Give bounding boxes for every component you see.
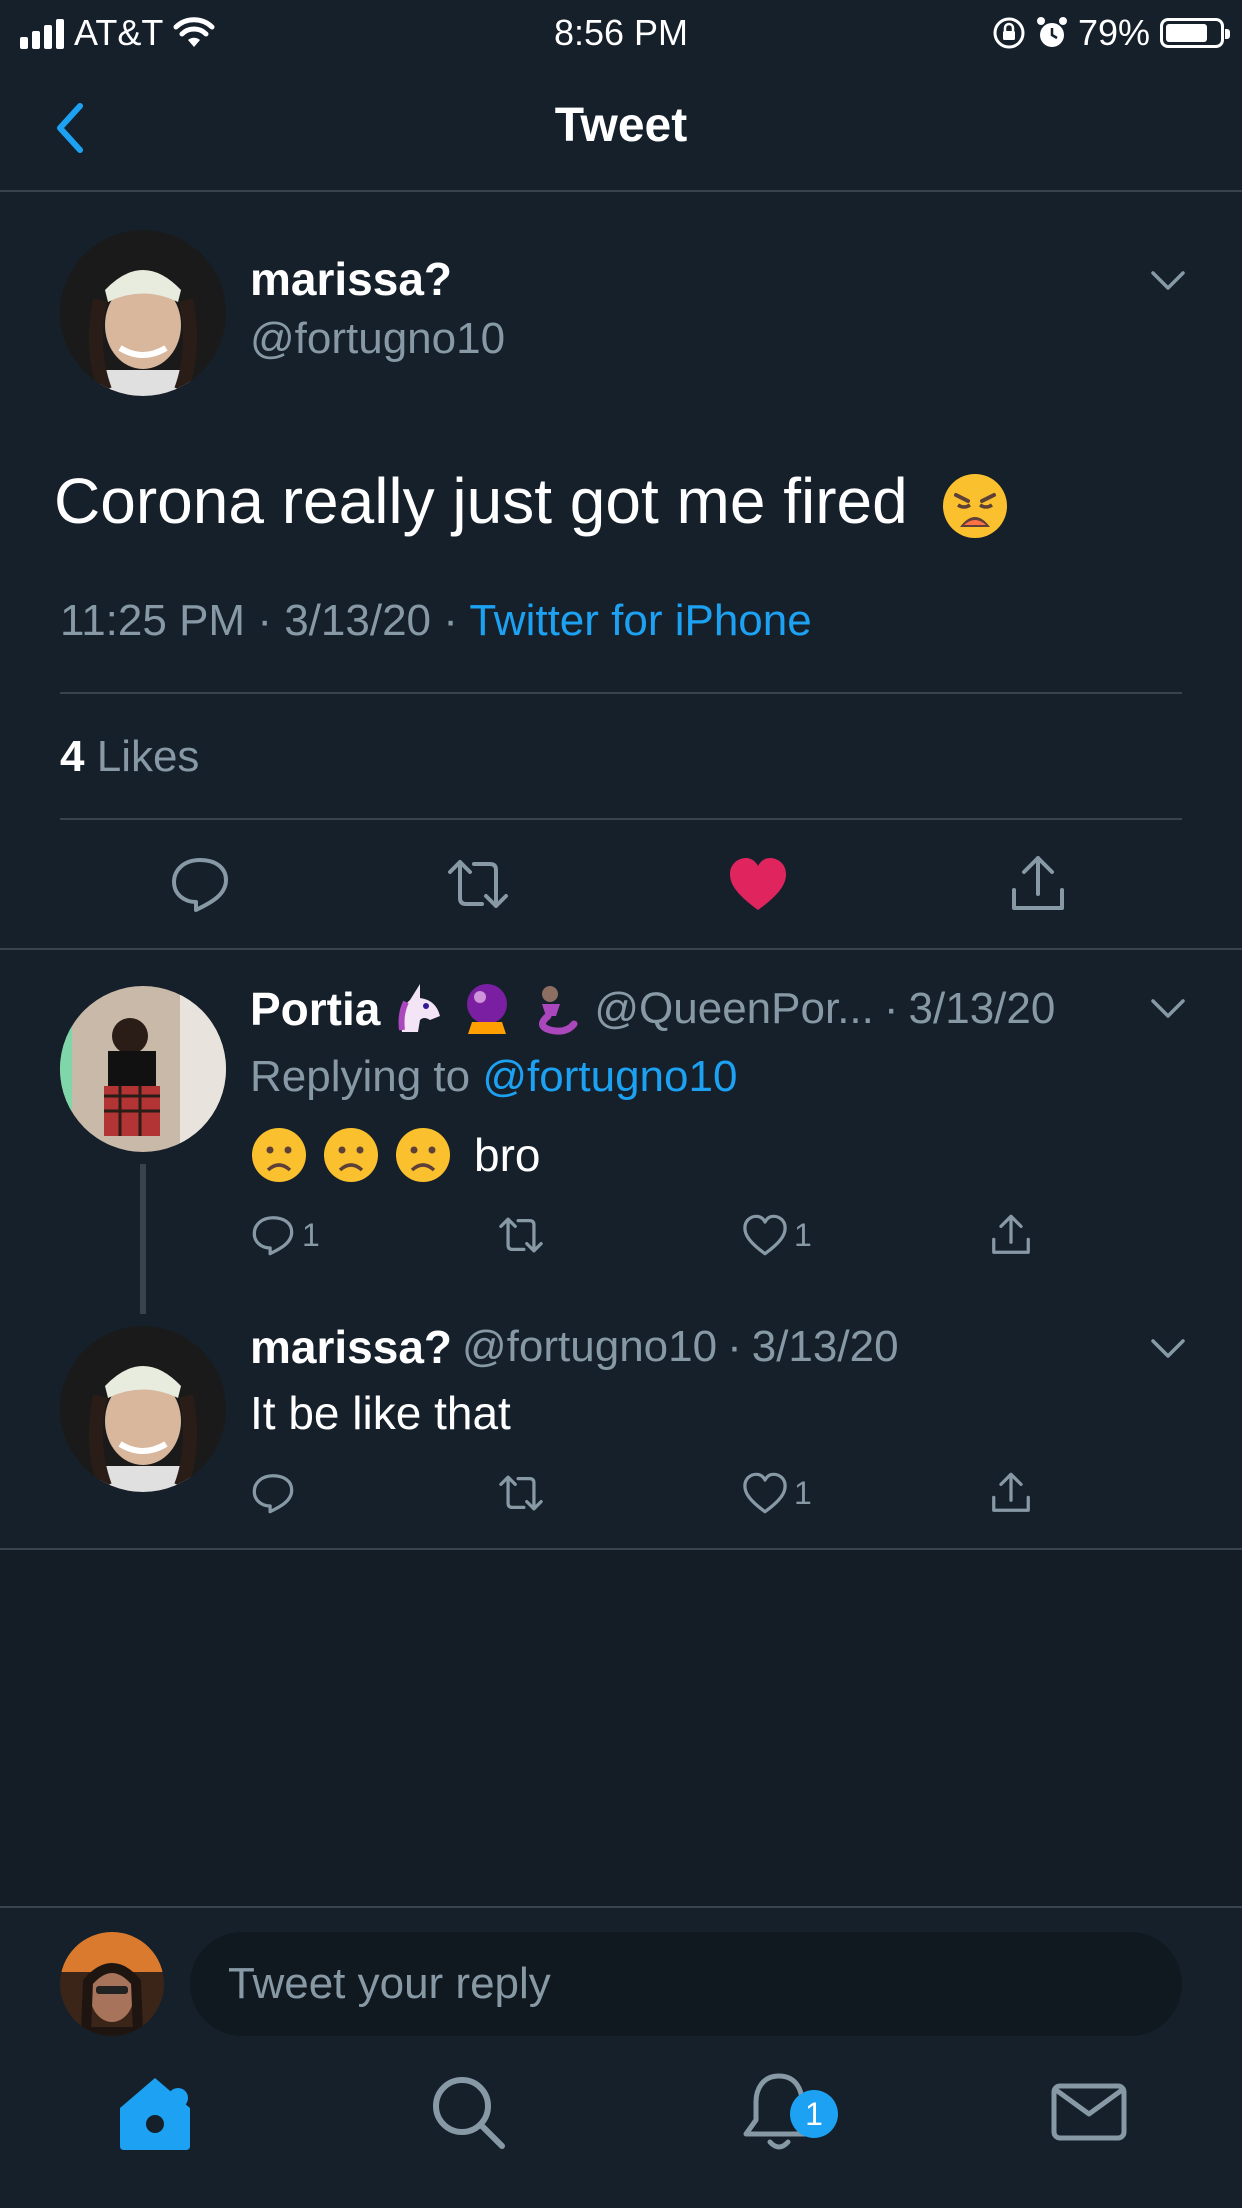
reply-share-button[interactable] bbox=[988, 1212, 1034, 1258]
crystal-ball-emoji-icon bbox=[467, 984, 508, 1034]
status-right: 79% bbox=[992, 12, 1230, 54]
reply-author-handle[interactable]: @QueenPor... bbox=[594, 984, 874, 1034]
reply-date: 3/13/20 bbox=[908, 984, 1056, 1033]
reply-author-name[interactable]: Portia bbox=[250, 982, 380, 1036]
frowning-face-emoji-icon bbox=[396, 1128, 450, 1182]
current-user-avatar[interactable] bbox=[60, 1932, 164, 2036]
likes-count: 4 bbox=[60, 732, 85, 781]
reply-text-content: bro bbox=[474, 1129, 541, 1181]
share-icon bbox=[992, 1214, 1030, 1254]
heart-outline-icon bbox=[743, 1472, 787, 1514]
reply-header: Portia @QueenPor... · 3/13/20 bbox=[250, 980, 1055, 1038]
tweet-text-content: Corona really just got me fired bbox=[54, 465, 908, 537]
author-handle[interactable]: @fortugno10 bbox=[250, 314, 505, 364]
thread-line bbox=[140, 1164, 146, 1314]
tweet-date: 3/13/20 bbox=[284, 596, 432, 645]
reply-date: 3/13/20 bbox=[751, 1322, 899, 1371]
like-filled-icon[interactable] bbox=[726, 852, 790, 916]
main-tweet: marissa? @fortugno10 Corona really just … bbox=[0, 192, 1242, 950]
reply-share-button[interactable] bbox=[988, 1470, 1034, 1516]
reply-like-button[interactable]: 1 bbox=[742, 1470, 812, 1516]
battery-percent: 79% bbox=[1077, 12, 1150, 53]
share-icon[interactable] bbox=[1006, 852, 1070, 916]
reply-author-name[interactable]: marissa? bbox=[250, 1320, 452, 1374]
reply-count: 1 bbox=[302, 1216, 320, 1253]
reply-text: It be like that bbox=[250, 1387, 511, 1439]
reply-input[interactable] bbox=[190, 1932, 1182, 2036]
divider bbox=[60, 692, 1182, 694]
author-avatar[interactable] bbox=[60, 230, 226, 396]
reply-retweet-button[interactable] bbox=[496, 1470, 546, 1516]
tab-bar bbox=[0, 2036, 1242, 2208]
replying-to: Replying to @fortugno10 bbox=[250, 1052, 738, 1101]
reply-reply-button[interactable] bbox=[250, 1470, 296, 1516]
replying-to-handle-link[interactable]: @fortugno10 bbox=[482, 1052, 737, 1101]
nav-bar: Tweet bbox=[0, 62, 1242, 192]
reply-avatar[interactable] bbox=[60, 1326, 226, 1492]
reply-header: marissa? @fortugno10 · 3/13/20 bbox=[250, 1320, 899, 1374]
like-count: 1 bbox=[794, 1474, 812, 1511]
reply-icon[interactable] bbox=[168, 852, 232, 916]
divider bbox=[60, 818, 1182, 820]
alarm-icon bbox=[1036, 17, 1067, 47]
page-title: Tweet bbox=[554, 99, 688, 152]
home-new-dot bbox=[168, 2088, 188, 2108]
reply-author-handle[interactable]: @fortugno10 bbox=[462, 1322, 717, 1372]
weary-face-emoji-icon bbox=[942, 474, 1007, 539]
frowning-face-emoji-icon bbox=[252, 1128, 306, 1182]
chevron-down-icon[interactable] bbox=[1150, 270, 1186, 292]
retweet-icon bbox=[499, 1475, 543, 1511]
rotation-lock-icon bbox=[993, 17, 1025, 49]
search-icon[interactable] bbox=[422, 2066, 512, 2156]
likes-summary[interactable]: 4 Likes bbox=[60, 732, 199, 782]
reply-avatar[interactable] bbox=[60, 986, 226, 1152]
reply-icon bbox=[252, 1216, 294, 1256]
status-bar: AT&T 8:56 PM 79% bbox=[0, 0, 1242, 62]
author-name[interactable]: marissa? bbox=[250, 252, 452, 306]
reply-retweet-button[interactable] bbox=[496, 1212, 546, 1258]
genie-emoji-icon bbox=[539, 986, 578, 1035]
likes-label: Likes bbox=[96, 732, 200, 781]
tweet-text: Corona really just got me fired bbox=[54, 464, 1010, 541]
reply-like-button[interactable]: 1 bbox=[742, 1212, 812, 1258]
tweet-time: 11:25 PM bbox=[60, 596, 246, 645]
retweet-icon[interactable] bbox=[446, 852, 510, 916]
empty-area bbox=[0, 1550, 1242, 1906]
tweet-source-link[interactable]: Twitter for iPhone bbox=[469, 596, 811, 645]
reply-reply-button[interactable]: 1 bbox=[250, 1212, 320, 1258]
messages-envelope-icon[interactable] bbox=[1044, 2066, 1134, 2156]
share-icon bbox=[992, 1472, 1030, 1512]
unicorn-emoji-icon bbox=[398, 984, 441, 1032]
reply-composer bbox=[0, 1906, 1242, 2036]
battery-icon bbox=[1160, 18, 1230, 48]
chevron-down-icon[interactable] bbox=[1150, 998, 1186, 1020]
reply-text: bro bbox=[250, 1126, 540, 1184]
retweet-icon bbox=[499, 1217, 543, 1253]
tweet-meta: 11:25 PM · 3/13/20 · Twitter for iPhone bbox=[60, 596, 812, 645]
home-icon[interactable] bbox=[110, 2066, 200, 2156]
reply-icon bbox=[252, 1474, 294, 1514]
frowning-face-emoji-icon bbox=[324, 1128, 378, 1182]
like-count: 1 bbox=[794, 1216, 812, 1253]
chevron-down-icon[interactable] bbox=[1150, 1338, 1186, 1360]
heart-outline-icon bbox=[743, 1214, 787, 1256]
notifications-badge: 1 bbox=[790, 2090, 838, 2138]
